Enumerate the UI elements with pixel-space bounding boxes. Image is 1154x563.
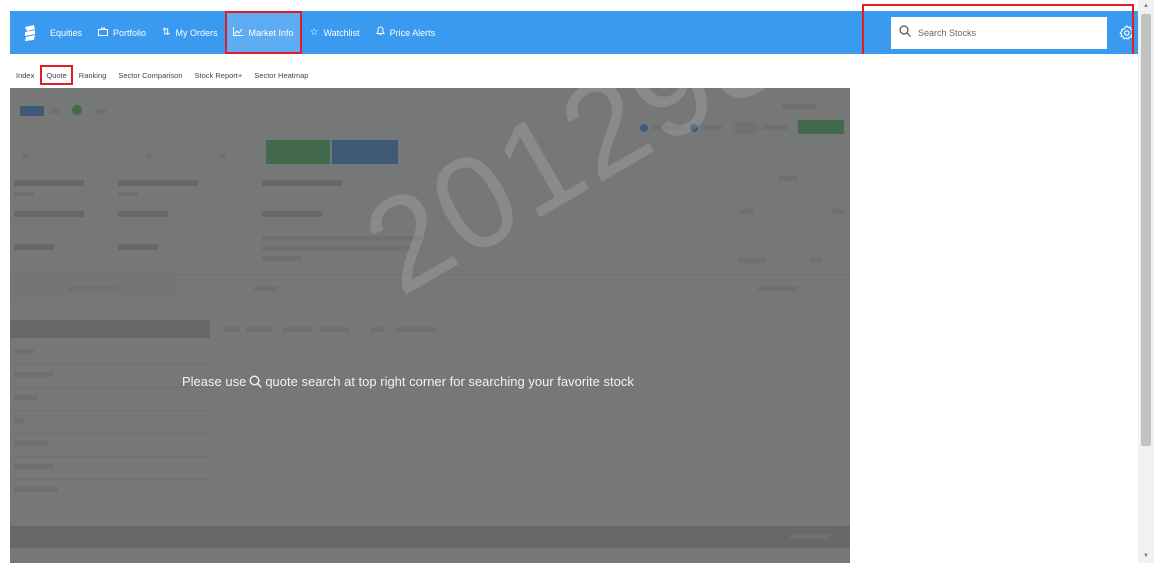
nav-portfolio[interactable]: Portfolio bbox=[90, 11, 154, 54]
page-scrollbar[interactable]: ▲ ▼ bbox=[1138, 0, 1154, 563]
swap-arrows-icon: ⇅ bbox=[162, 26, 171, 38]
gear-icon[interactable] bbox=[1116, 22, 1138, 44]
search-area bbox=[862, 11, 1138, 54]
chart-icon bbox=[233, 26, 244, 39]
hint-text-before: Please use bbox=[182, 374, 247, 389]
nav-label-market-info: Market Info bbox=[248, 27, 294, 38]
nav-market-info[interactable]: Market Info bbox=[225, 11, 302, 54]
nav-watchlist[interactable]: ☆ Watchlist bbox=[302, 11, 368, 54]
quote-content-area: 2012937 Please use quote search at top r… bbox=[10, 88, 850, 563]
standard-chartered-logo-icon[interactable] bbox=[18, 21, 42, 45]
nav-my-orders[interactable]: ⇅ My Orders bbox=[154, 11, 225, 54]
nav-equities[interactable]: Equities bbox=[42, 11, 90, 54]
search-input[interactable] bbox=[918, 28, 1098, 38]
tab-sector-comparison[interactable]: Sector Comparison bbox=[112, 65, 188, 85]
nav-label-watchlist: Watchlist bbox=[323, 27, 360, 38]
scroll-down-icon[interactable]: ▼ bbox=[1142, 552, 1150, 560]
hint-text-after: quote search at top right corner for sea… bbox=[265, 374, 634, 389]
tab-sector-heatmap[interactable]: Sector Heatmap bbox=[248, 65, 314, 85]
bell-icon bbox=[375, 26, 385, 39]
search-icon bbox=[899, 24, 911, 42]
tab-index[interactable]: Index bbox=[10, 65, 40, 85]
tab-label-stock-report: Stock Report+ bbox=[194, 70, 243, 80]
search-hint-message: Please use quote search at top right cor… bbox=[182, 374, 634, 389]
page-root: Equities Portfolio ⇅ My Orders Market In… bbox=[0, 0, 1154, 563]
nav-label-price-alerts: Price Alerts bbox=[389, 27, 436, 38]
scrollbar-thumb[interactable] bbox=[1141, 14, 1151, 446]
tab-stock-report[interactable]: Stock Report+ bbox=[189, 65, 249, 85]
tab-label-index: Index bbox=[16, 70, 35, 80]
nav-label-equities: Equities bbox=[50, 27, 83, 38]
tab-label-ranking: Ranking bbox=[78, 70, 107, 80]
tab-quote[interactable]: Quote bbox=[40, 65, 73, 85]
search-icon bbox=[249, 375, 263, 388]
tab-label-sector-comparison: Sector Comparison bbox=[118, 70, 183, 80]
right-empty-pane bbox=[850, 54, 1138, 563]
nav-price-alerts[interactable]: Price Alerts bbox=[368, 11, 444, 54]
nav-label-my-orders: My Orders bbox=[175, 27, 218, 38]
nav-label-portfolio: Portfolio bbox=[113, 27, 147, 38]
tab-label-sector-heatmap: Sector Heatmap bbox=[254, 70, 309, 80]
tab-label-quote: Quote bbox=[46, 70, 67, 80]
top-navigation-bar: Equities Portfolio ⇅ My Orders Market In… bbox=[10, 11, 1138, 54]
search-box[interactable] bbox=[891, 17, 1107, 49]
star-icon: ☆ bbox=[309, 26, 319, 38]
main-nav: Equities Portfolio ⇅ My Orders Market In… bbox=[10, 11, 443, 54]
scroll-up-icon[interactable]: ▲ bbox=[1142, 2, 1150, 10]
tab-ranking[interactable]: Ranking bbox=[73, 65, 113, 85]
briefcase-icon bbox=[98, 27, 109, 39]
market-info-subtabs: Index Quote Ranking Sector Comparison St… bbox=[10, 62, 314, 88]
